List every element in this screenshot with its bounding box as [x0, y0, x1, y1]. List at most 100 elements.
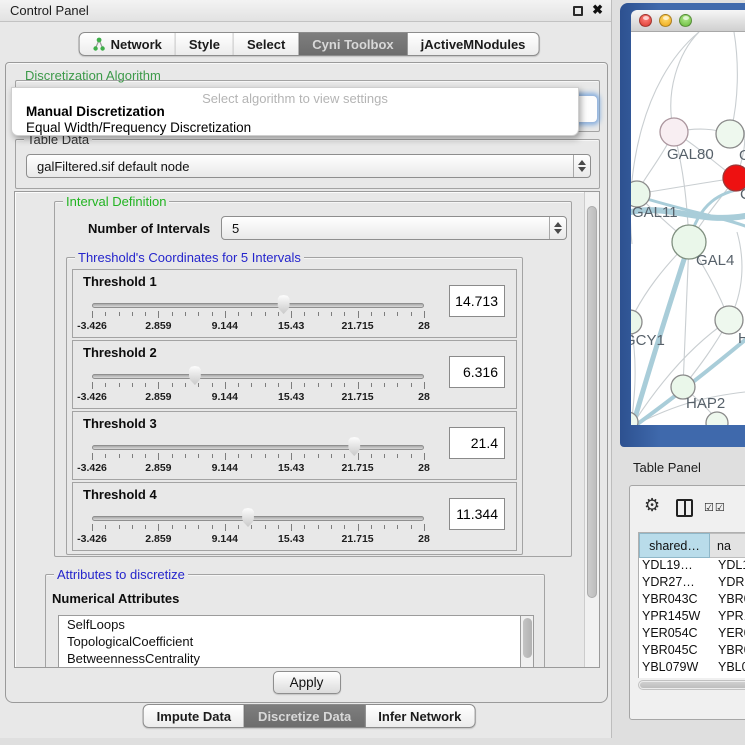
attribute-list-item[interactable]: BetweennessCentrality	[59, 650, 520, 667]
algorithm-option-manual[interactable]: Manual Discretization	[26, 104, 165, 119]
slider-tick-label: 28	[418, 533, 430, 545]
table-row[interactable]: YDL19…YDL1	[639, 558, 745, 575]
column-header-shared-name[interactable]: shared…	[639, 533, 710, 558]
network-icon	[93, 37, 106, 52]
table-data-value: galFiltered.sif default node	[37, 159, 189, 174]
cyni-toolbox-panel: Discretization Algorithm Select algorith…	[5, 62, 608, 703]
scrollbar-thumb[interactable]	[523, 618, 532, 658]
control-panel: Control Panel ✖ Network Style Select Cyn…	[0, 0, 612, 738]
slider-tick	[424, 382, 425, 389]
slider-tick-label: 15.43	[278, 391, 304, 403]
threshold-value-field[interactable]: 14.713	[449, 285, 505, 317]
table-row[interactable]: YER054CYER0	[639, 626, 745, 643]
number-of-intervals-combobox[interactable]: 5	[221, 216, 567, 240]
attribute-list-item[interactable]: SelfLoops	[59, 616, 520, 633]
numerical-attributes-list[interactable]: SelfLoopsTopologicalCoefficientBetweenne…	[58, 615, 520, 668]
threshold-panel-1: Threshold 1-3.4262.8599.14415.4321.71528…	[72, 269, 517, 338]
network-view-window: GAL80 GA C GAL11 GAL4 GCY1 H HAP2	[620, 3, 745, 447]
node-gcy1[interactable]	[631, 310, 642, 334]
table-row[interactable]: YDR27…YDR2	[639, 575, 745, 592]
slider-tick-label: 9.144	[212, 533, 238, 545]
table-row[interactable]: YBR045CYBR0	[639, 643, 745, 660]
scrollbar-thumb[interactable]	[587, 206, 597, 598]
threshold-panel-4: Threshold 4 -3.4262.8599.14415.4321.71528…	[72, 482, 517, 551]
slider-thumb[interactable]	[188, 366, 202, 385]
network-canvas[interactable]: GAL80 GA C GAL11 GAL4 GCY1 H HAP2	[631, 32, 745, 425]
tab-impute-data[interactable]: Impute Data	[144, 705, 244, 727]
slider-track[interactable]	[92, 516, 424, 521]
tab-select[interactable]: Select	[233, 33, 298, 55]
table-row[interactable]: YBR043CYBR0	[639, 592, 745, 609]
slider-tick	[291, 382, 292, 389]
algorithm-option-equal-width[interactable]: Equal Width/Frequency Discretization	[26, 120, 251, 135]
table-row[interactable]: YPR145WYPR1	[639, 609, 745, 626]
attributes-list-scrollbar[interactable]	[520, 615, 534, 668]
tab-infer-network[interactable]: Infer Network	[364, 705, 474, 727]
slider-tick	[358, 453, 359, 460]
threshold-value-field[interactable]: 11.344	[449, 498, 505, 530]
apply-button[interactable]: Apply	[273, 671, 341, 694]
slider-tick	[411, 383, 412, 387]
table-data-combobox[interactable]: galFiltered.sif default node	[26, 154, 591, 178]
slider-track[interactable]	[92, 303, 424, 308]
close-icon[interactable]: ✖	[592, 2, 603, 18]
threshold-value-field[interactable]: 6.316	[449, 356, 505, 388]
slider-thumb[interactable]	[347, 437, 361, 456]
slider-tick-label: 15.43	[278, 462, 304, 474]
slider-tick	[318, 383, 319, 387]
attributes-group: Attributes to discretize Numerical Attri…	[45, 574, 545, 668]
slider-tick	[212, 454, 213, 458]
slider-tick	[384, 454, 385, 458]
attribute-list-item[interactable]: TopologicalCoefficient	[59, 633, 520, 650]
slider-tick	[371, 454, 372, 458]
table-cell-shared-name: YDR27…	[639, 575, 710, 592]
tab-discretize-data[interactable]: Discretize Data	[244, 705, 364, 727]
float-window-icon[interactable]	[573, 6, 583, 16]
node-partial-bottom[interactable]	[706, 412, 728, 425]
table-row[interactable]: YBL079WYBL0	[639, 660, 745, 677]
threshold-slider[interactable]: -3.4262.8599.14415.4321.71528	[92, 294, 424, 336]
settings-vertical-scrollbar[interactable]	[584, 192, 599, 667]
slider-tick	[172, 383, 173, 387]
algorithm-dropdown-popup: Select algorithm to view settings Manual…	[11, 87, 579, 136]
thresholds-title: Threshold's Coordinates for 5 Intervals	[75, 250, 304, 265]
tab-jactivemnodules[interactable]: jActiveMNodules	[407, 33, 539, 55]
threshold-label: Threshold 3	[83, 416, 157, 431]
minimize-traffic-light[interactable]	[659, 14, 672, 27]
slider-tick	[251, 312, 252, 316]
tab-style[interactable]: Style	[175, 33, 233, 55]
gear-icon[interactable]: ⚙	[644, 497, 660, 515]
slider-tick	[304, 454, 305, 458]
column-header-name[interactable]: na	[710, 533, 745, 558]
select-columns-icon[interactable]	[676, 499, 693, 517]
node-gal80[interactable]	[660, 118, 688, 146]
node-clipped-top-right[interactable]	[716, 120, 744, 148]
slider-tick	[238, 454, 239, 458]
threshold-label: Threshold 4	[83, 487, 157, 502]
slider-tick	[358, 382, 359, 389]
tab-cyni-toolbox[interactable]: Cyni Toolbox	[298, 33, 406, 55]
slider-tick	[278, 454, 279, 458]
slider-track[interactable]	[92, 374, 424, 379]
show-all-columns-icon[interactable]: ☑☑	[704, 501, 726, 514]
tab-network[interactable]: Network	[80, 33, 175, 55]
slider-tick-label: 28	[418, 320, 430, 332]
table-cell-shared-name: YLR345W	[639, 677, 710, 678]
slider-thumb[interactable]	[241, 508, 255, 527]
threshold-value-field[interactable]: 21.4	[449, 427, 505, 459]
settings-scroll-panel: Interval Definition Number of Intervals …	[14, 191, 600, 668]
table-row[interactable]: YLR345WYLR3	[639, 677, 745, 678]
slider-tick	[119, 454, 120, 458]
zoom-traffic-light[interactable]	[679, 14, 692, 27]
close-traffic-light[interactable]	[639, 14, 652, 27]
slider-tick	[291, 311, 292, 318]
slider-track[interactable]	[92, 445, 424, 450]
threshold-slider[interactable]: -3.4262.8599.14415.4321.71528	[92, 507, 424, 549]
scrollbar-thumb[interactable]	[640, 682, 745, 688]
slider-tick	[251, 525, 252, 529]
threshold-slider[interactable]: -3.4262.8599.14415.4321.71528	[92, 365, 424, 407]
network-window-titlebar[interactable]	[631, 10, 745, 32]
threshold-slider[interactable]: -3.4262.8599.14415.4321.71528	[92, 436, 424, 478]
node-label-hap2: HAP2	[686, 395, 725, 412]
table-horizontal-scrollbar[interactable]	[638, 680, 745, 690]
